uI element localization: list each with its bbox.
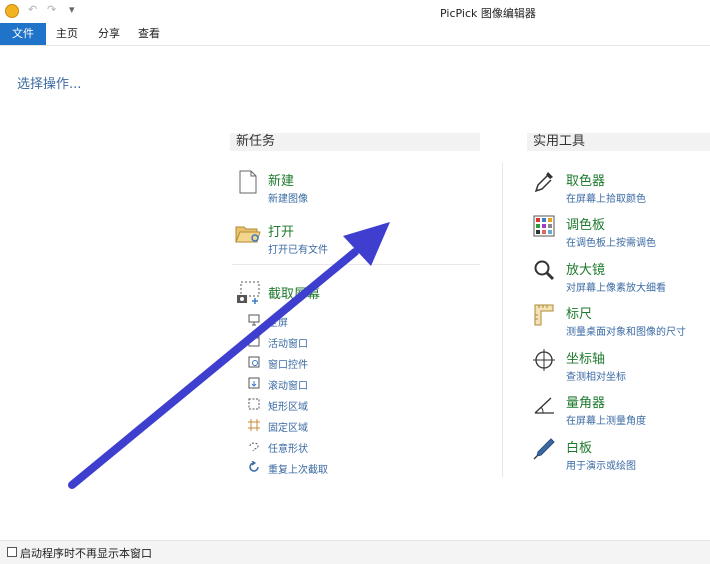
- dont-show-checkbox[interactable]: [7, 547, 17, 557]
- tab-view[interactable]: 查看: [132, 23, 166, 45]
- footer-bar: 启动程序时不再显示本窗口: [0, 540, 710, 564]
- capture-window-control[interactable]: 窗口控件: [268, 356, 308, 371]
- repeat-capture-icon: [249, 461, 259, 472]
- color-picker-button[interactable]: 取色器: [566, 170, 605, 189]
- freehand-icon: [249, 442, 259, 452]
- open-folder-icon[interactable]: [235, 222, 261, 246]
- capture-scrolling-window[interactable]: 滚动窗口: [268, 377, 308, 392]
- color-picker-icon[interactable]: [533, 170, 555, 194]
- page-title: 选择操作...: [17, 77, 82, 92]
- protractor-icon[interactable]: [533, 392, 555, 416]
- tab-share[interactable]: 分享: [92, 23, 126, 45]
- tab-file[interactable]: 文件: [0, 23, 46, 45]
- crosshair-description: 查测相对坐标: [566, 372, 626, 383]
- color-palette-description: 在调色板上按需调色: [566, 238, 656, 249]
- tab-home[interactable]: 主页: [50, 23, 84, 45]
- capture-active-window[interactable]: 活动窗口: [268, 335, 308, 350]
- app-logo-icon[interactable]: [5, 4, 19, 18]
- color-palette-button[interactable]: 调色板: [566, 214, 605, 233]
- crosshair-button[interactable]: 坐标轴: [566, 348, 605, 367]
- ruler-icon[interactable]: [533, 303, 555, 327]
- tools-header: 实用工具: [527, 133, 710, 151]
- window-title: PicPick 图像编辑器: [440, 7, 536, 20]
- open-button[interactable]: 打开: [268, 221, 294, 240]
- scrolling-window-icon: [248, 377, 260, 389]
- section-divider: [232, 264, 480, 265]
- color-palette-icon[interactable]: [533, 214, 555, 238]
- protractor-description: 在屏幕上测量角度: [566, 416, 646, 427]
- magnifier-description: 对屏幕上像素放大细看: [566, 283, 666, 294]
- undo-icon[interactable]: ↶: [28, 3, 37, 16]
- color-picker-description: 在屏幕上拾取颜色: [566, 194, 646, 205]
- crosshair-icon[interactable]: [533, 348, 555, 372]
- ruler-button[interactable]: 标尺: [566, 303, 592, 322]
- customize-quick-access-icon[interactable]: ▾: [69, 3, 75, 16]
- capture-region[interactable]: 矩形区域: [268, 398, 308, 413]
- magnifier-button[interactable]: 放大镜: [566, 259, 605, 278]
- dont-show-label: 启动程序时不再显示本窗口: [20, 547, 152, 560]
- fullscreen-icon: [248, 314, 260, 326]
- whiteboard-button[interactable]: 白板: [566, 437, 592, 456]
- window-control-icon: [248, 356, 260, 368]
- capture-fixed-region[interactable]: 固定区域: [268, 419, 308, 434]
- whiteboard-description: 用于演示或绘图: [566, 461, 636, 472]
- new-task-header: 新任务: [230, 133, 480, 151]
- new-file-icon[interactable]: [237, 170, 259, 194]
- region-icon: [248, 398, 260, 410]
- capture-freehand[interactable]: 任意形状: [268, 440, 308, 455]
- magnifier-icon[interactable]: [533, 259, 555, 283]
- active-window-icon: [248, 335, 260, 347]
- fixed-region-icon: [248, 419, 260, 431]
- protractor-button[interactable]: 量角器: [566, 392, 605, 411]
- new-description: 新建图像: [268, 194, 308, 205]
- redo-icon[interactable]: ↷: [47, 3, 56, 16]
- screen-capture-icon[interactable]: [236, 281, 262, 305]
- capture-screen-button[interactable]: 截取屏幕: [268, 283, 320, 302]
- column-divider: [502, 162, 503, 477]
- open-description: 打开已有文件: [268, 245, 328, 256]
- whiteboard-pen-icon[interactable]: [533, 437, 555, 461]
- ruler-description: 测量桌面对象和图像的尺寸: [566, 327, 686, 338]
- new-button[interactable]: 新建: [268, 170, 294, 189]
- capture-fullscreen[interactable]: 全屏: [268, 314, 288, 329]
- capture-repeat-last[interactable]: 重复上次截取: [268, 461, 328, 476]
- ribbon-tabs: 文件 主页 分享 查看: [0, 23, 710, 46]
- title-bar: ↶ ↷ ▾ PicPick 图像编辑器: [0, 0, 710, 22]
